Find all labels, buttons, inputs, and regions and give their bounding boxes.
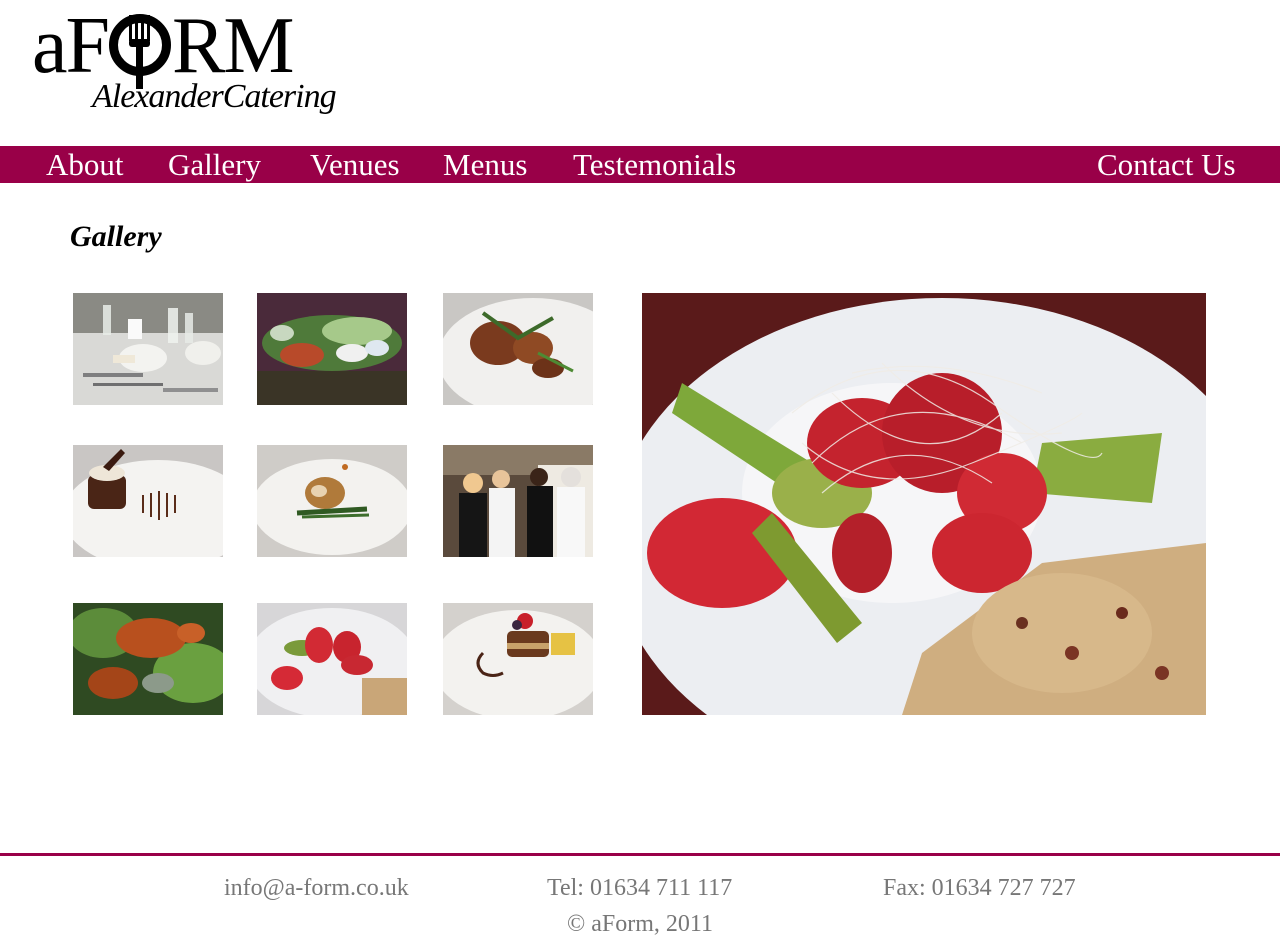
footer-fax: Fax: 01634 727 727: [883, 875, 1076, 901]
fork-icon: [109, 14, 172, 89]
site-logo[interactable]: aF RM AlexanderCatering: [30, 5, 337, 125]
footer-telephone: Tel: 01634 711 117: [547, 875, 733, 901]
gallery-thumb-strawberry-kiwi-dessert[interactable]: [257, 603, 407, 715]
nav-about[interactable]: About: [46, 146, 124, 183]
page-title: Gallery: [70, 220, 162, 253]
gallery-thumb-table-setting[interactable]: [73, 293, 223, 405]
gallery-main-photo: [642, 293, 1206, 715]
footer-divider: [0, 853, 1280, 856]
gallery-thumb-seafood-display[interactable]: [257, 293, 407, 405]
logo-tagline: AlexanderCatering: [92, 78, 337, 115]
main-nav: About Gallery Venues Menus Testemonials …: [0, 146, 1280, 183]
gallery-thumb-chocolate-dessert[interactable]: [73, 445, 223, 557]
footer-copyright: © aForm, 2011: [567, 911, 714, 937]
nav-venues[interactable]: Venues: [310, 146, 400, 183]
gallery-thumb-roast-dish[interactable]: [443, 293, 593, 405]
gallery-thumb-catering-staff[interactable]: [443, 445, 593, 557]
gallery-thumb-crab-platter[interactable]: [73, 603, 223, 715]
nav-menus[interactable]: Menus: [443, 146, 527, 183]
gallery-thumb-mousse-cake[interactable]: [443, 603, 593, 715]
gallery-thumb-stuffed-chicken[interactable]: [257, 445, 407, 557]
footer-email-link[interactable]: info@a-form.co.uk: [224, 875, 409, 902]
nav-testemonials[interactable]: Testemonials: [573, 146, 736, 183]
nav-contact-us[interactable]: Contact Us: [1097, 146, 1236, 183]
nav-gallery[interactable]: Gallery: [168, 146, 261, 183]
logo-wordmark: aF RM: [32, 2, 295, 90]
